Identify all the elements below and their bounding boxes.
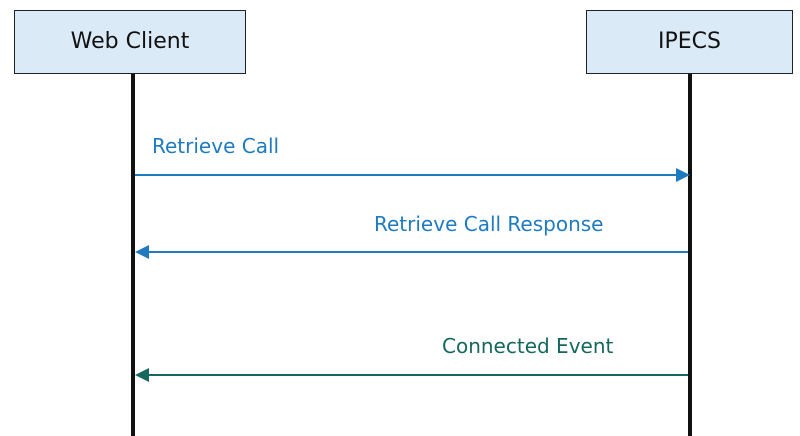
participant-ipecs-label: IPECS [658,29,721,54]
arrow-left-icon [135,245,149,259]
message-connected-event-arrow-line [149,374,688,376]
sequence-diagram: Web Client IPECS Retrieve Call Retrieve … [0,0,800,436]
lifeline-ipecs [688,74,692,436]
arrow-left-icon [135,368,149,382]
participant-web-client-box: Web Client [14,10,246,74]
message-retrieve-call-response-label: Retrieve Call Response [374,212,604,236]
message-retrieve-call-label: Retrieve Call [152,134,280,158]
message-connected-event-label: Connected Event [442,334,614,358]
arrow-right-icon [676,168,690,182]
message-retrieve-call-response-arrow-line [149,251,688,253]
participant-ipecs-box: IPECS [586,10,793,74]
message-retrieve-call-arrow-line [135,174,676,176]
participant-web-client-label: Web Client [70,29,190,54]
